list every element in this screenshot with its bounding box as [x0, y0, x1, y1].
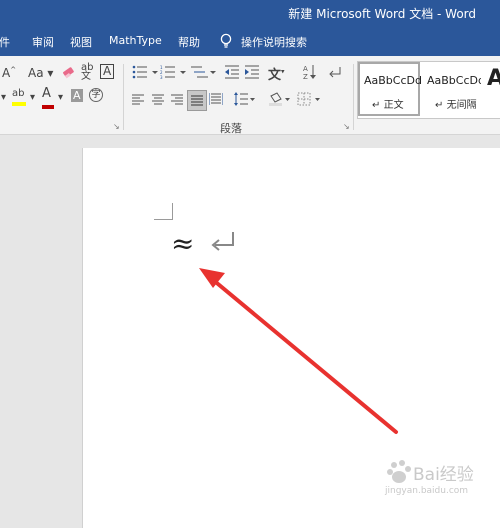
title-bar: 新建 Microsoft Word 文档 - Word: [0, 0, 500, 26]
align-center-icon[interactable]: [152, 94, 164, 105]
paw-logo-icon: [387, 460, 411, 483]
align-left-icon[interactable]: [132, 94, 144, 105]
ribbon: A^ Aa ▾ ab 文 A ▾ ab ▾ A ▾ A 字 ↘ 1 2 3 文▾…: [0, 56, 500, 135]
svg-text:3: 3: [160, 75, 163, 79]
menu-mailings[interactable]: 邮件: [0, 34, 10, 50]
char-border-button[interactable]: A: [100, 64, 115, 79]
watermark-brand: Bai经验: [413, 465, 474, 485]
menu-mathtype[interactable]: MathType: [109, 34, 162, 47]
sort-icon[interactable]: AZ: [303, 64, 317, 80]
window-title: 新建 Microsoft Word 文档 - Word: [288, 7, 476, 21]
styles-gallery: AaBbCcDd ↵ 正文 AaBbCcDd ↵ 无间隔 A: [357, 61, 500, 119]
svg-text:Z: Z: [303, 73, 308, 80]
show-hide-marks-icon[interactable]: [328, 65, 342, 79]
ruler-area: [0, 135, 500, 147]
numbering-icon[interactable]: 1 2 3: [160, 65, 188, 79]
change-case-button[interactable]: Aa ▾: [28, 66, 53, 80]
borders-icon[interactable]: [297, 92, 323, 106]
enclose-char-button[interactable]: 字: [89, 88, 103, 102]
style-no-spacing[interactable]: AaBbCcDd ↵ 无间隔: [421, 62, 481, 116]
font-dialog-launcher[interactable]: ↘: [113, 122, 120, 131]
style-sample: AaBbCcDd: [427, 74, 481, 87]
svg-text:A: A: [303, 65, 308, 73]
line-spacing-icon[interactable]: [233, 92, 255, 106]
margin-corner-mark: [154, 203, 173, 220]
dropdown-arrow-icon[interactable]: ▾: [1, 92, 6, 103]
paragraph-mark-icon: [211, 232, 234, 251]
menu-review[interactable]: 审阅: [32, 34, 54, 50]
style-sample: AaBbCcDd: [364, 74, 422, 87]
font-color-dropdown-icon[interactable]: ▾: [58, 92, 63, 103]
style-normal[interactable]: AaBbCcDd ↵ 正文: [358, 62, 422, 116]
increase-indent-icon[interactable]: [244, 65, 260, 79]
shading-icon[interactable]: [268, 92, 292, 106]
style-sample: A: [487, 66, 500, 91]
highlight-button[interactable]: ab: [12, 89, 26, 109]
eraser-icon[interactable]: [62, 66, 76, 80]
phonetic-guide-button[interactable]: ab 文: [81, 63, 93, 82]
baidu-watermark: Bai经验 jingyan.baidu.com: [385, 460, 495, 504]
bullets-icon[interactable]: [132, 65, 160, 79]
tell-me-search[interactable]: 操作说明搜索: [241, 34, 307, 50]
font-color-button[interactable]: A: [42, 87, 54, 112]
menu-view[interactable]: 视图: [70, 34, 92, 50]
group-separator: [353, 64, 354, 130]
menu-bar: 邮件 审阅 视图 MathType 帮助 操作说明搜索: [0, 26, 500, 56]
align-right-icon[interactable]: [171, 94, 183, 105]
asian-layout-button[interactable]: 文▾: [268, 64, 285, 83]
lightbulb-icon: [220, 33, 232, 48]
group-separator: [123, 64, 124, 130]
multilevel-list-icon[interactable]: [190, 65, 218, 79]
char-shading-button[interactable]: A: [71, 89, 83, 102]
approx-symbol[interactable]: ≈: [171, 227, 194, 260]
grow-font-button[interactable]: A^: [2, 66, 16, 80]
decrease-indent-icon[interactable]: [224, 65, 240, 79]
paragraph-group-label: 段落: [220, 122, 242, 135]
distributed-icon[interactable]: [209, 93, 223, 106]
style-name: ↵ 正文: [372, 100, 404, 111]
style-heading[interactable]: A: [482, 62, 500, 116]
justify-icon: [191, 95, 203, 106]
paragraph-dialog-launcher[interactable]: ↘: [343, 122, 350, 131]
style-name: ↵ 无间隔: [435, 100, 477, 111]
watermark-url: jingyan.baidu.com: [385, 486, 469, 496]
justify-button[interactable]: [187, 90, 207, 111]
menu-help[interactable]: 帮助: [178, 34, 200, 50]
highlight-dropdown-icon[interactable]: ▾: [30, 92, 35, 103]
